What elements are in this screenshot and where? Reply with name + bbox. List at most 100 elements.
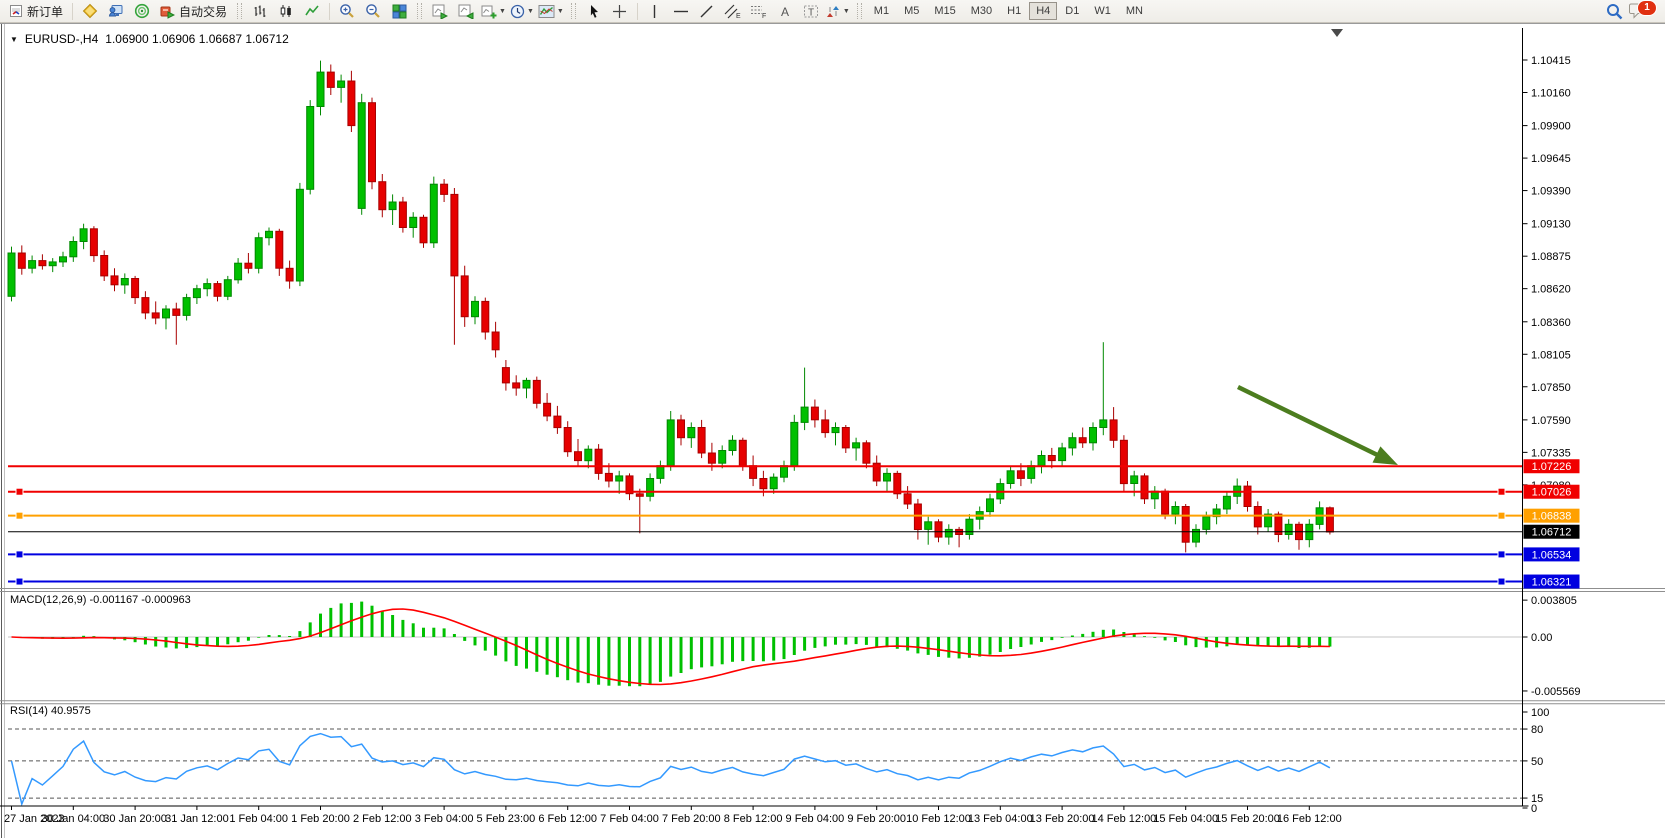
periods-button[interactable]: ▼ bbox=[508, 1, 536, 21]
signals-button[interactable] bbox=[129, 1, 155, 21]
price-axis-label: 1.10160 bbox=[1531, 87, 1571, 99]
notification-badge: 1 bbox=[1637, 0, 1657, 16]
metaeditor-icon bbox=[82, 3, 98, 19]
equidistant-channel-tool[interactable]: E bbox=[720, 1, 746, 21]
strategy-tester-icon bbox=[108, 3, 124, 19]
signals-icon bbox=[134, 3, 150, 19]
timeframe-M1[interactable]: M1 bbox=[867, 2, 896, 20]
zoom-out-button[interactable] bbox=[360, 1, 386, 21]
line-handle[interactable] bbox=[1498, 512, 1505, 519]
cursor-button[interactable] bbox=[581, 1, 607, 21]
crosshair-button[interactable] bbox=[607, 1, 633, 21]
time-axis-label: 9 Feb 20:00 bbox=[847, 813, 906, 825]
new-order-label: 新订单 bbox=[27, 3, 63, 20]
candlestick-chart-button[interactable] bbox=[273, 1, 299, 21]
auto-scroll-icon bbox=[458, 4, 474, 19]
timeframe-H1[interactable]: H1 bbox=[1000, 2, 1028, 20]
rsi-scale-label: 80 bbox=[1531, 724, 1543, 736]
arrows-tool[interactable]: ▼ bbox=[824, 1, 852, 21]
new-order-button[interactable]: 新订单 bbox=[4, 1, 68, 21]
tile-windows-button[interactable] bbox=[386, 1, 412, 21]
new-chart-icon bbox=[481, 4, 497, 19]
time-axis-label: 15 Feb 20:00 bbox=[1215, 813, 1280, 825]
chart-shift-button[interactable] bbox=[427, 1, 453, 21]
zoom-out-icon bbox=[365, 3, 381, 19]
trend-arrow-line[interactable] bbox=[1238, 387, 1380, 456]
timeframe-W1[interactable]: W1 bbox=[1087, 2, 1118, 20]
tile-windows-icon bbox=[392, 4, 407, 19]
bar-chart-button[interactable] bbox=[247, 1, 273, 21]
text-label-icon: T bbox=[803, 4, 819, 19]
line-chart-button[interactable] bbox=[299, 1, 325, 21]
search-icon[interactable] bbox=[1606, 3, 1623, 20]
metaeditor-button[interactable] bbox=[77, 1, 103, 21]
svg-text:F: F bbox=[762, 13, 766, 19]
timeframe-MN[interactable]: MN bbox=[1119, 2, 1150, 20]
timeframe-group: M1M5M15M30H1H4D1W1MN bbox=[867, 2, 1150, 20]
text-label-tool[interactable]: T bbox=[798, 1, 824, 21]
main-toolbar: 新订单 自动交易 bbox=[0, 0, 1665, 23]
time-axis-label: 13 Feb 04:00 bbox=[968, 813, 1033, 825]
time-axis-label: 7 Feb 04:00 bbox=[600, 813, 659, 825]
toolbar-grip bbox=[237, 3, 242, 19]
line-handle[interactable] bbox=[16, 551, 23, 558]
zoom-in-button[interactable] bbox=[334, 1, 360, 21]
price-axis-label: 1.08105 bbox=[1531, 349, 1571, 361]
candlestick-chart-icon bbox=[279, 4, 294, 19]
templates-button[interactable]: ▼ bbox=[536, 1, 566, 21]
new-chart-button[interactable]: ▼ bbox=[479, 1, 508, 21]
line-handle[interactable] bbox=[1498, 578, 1505, 585]
dropdown-arrow-icon: ▼ bbox=[843, 8, 850, 15]
fibonacci-tool[interactable]: F bbox=[746, 1, 772, 21]
price-axis-label: 1.07850 bbox=[1531, 382, 1571, 394]
zoom-in-icon bbox=[339, 3, 355, 19]
line-handle[interactable] bbox=[16, 488, 23, 495]
vertical-line-icon bbox=[648, 4, 661, 19]
svg-text:T: T bbox=[808, 7, 814, 18]
toolbar-separator bbox=[72, 3, 73, 20]
time-axis-label: 8 Feb 12:00 bbox=[724, 813, 783, 825]
line-chart-icon bbox=[305, 4, 320, 19]
line-handle[interactable] bbox=[1498, 488, 1505, 495]
text-icon: A bbox=[778, 4, 792, 19]
line-handle[interactable] bbox=[16, 578, 23, 585]
toolbar-separator bbox=[637, 3, 638, 20]
time-axis-label: 14 Feb 12:00 bbox=[1091, 813, 1156, 825]
price-line-badge-label: 1.06712 bbox=[1532, 527, 1572, 539]
timeframe-H4[interactable]: H4 bbox=[1029, 2, 1057, 20]
line-handle[interactable] bbox=[16, 512, 23, 519]
price-axis-label: 1.09645 bbox=[1531, 153, 1571, 165]
line-handle[interactable] bbox=[1498, 551, 1505, 558]
horizontal-line-tool[interactable] bbox=[668, 1, 694, 21]
trendline-icon bbox=[699, 4, 714, 19]
macd-scale-label: -0.005569 bbox=[1531, 686, 1581, 698]
price-axis-label: 1.07335 bbox=[1531, 447, 1571, 459]
timeframe-M30[interactable]: M30 bbox=[964, 2, 999, 20]
price-line-badge-label: 1.06838 bbox=[1532, 511, 1572, 523]
chart-menu-arrow-icon[interactable]: ▼ bbox=[10, 35, 18, 44]
time-axis-label: 30 Jan 04:00 bbox=[41, 813, 105, 825]
notifications-button[interactable]: 1 bbox=[1629, 1, 1653, 21]
crosshair-icon bbox=[612, 4, 627, 19]
toolbar-grip bbox=[857, 3, 862, 19]
strategy-tester-button[interactable] bbox=[103, 1, 129, 21]
vertical-line-tool[interactable] bbox=[642, 1, 668, 21]
price-axis-label: 1.09130 bbox=[1531, 219, 1571, 231]
trendline-tool[interactable] bbox=[694, 1, 720, 21]
time-axis-label: 30 Jan 20:00 bbox=[103, 813, 167, 825]
svg-text:E: E bbox=[736, 13, 741, 19]
rsi-scale-label: 0 bbox=[1531, 803, 1537, 815]
timeframe-M15[interactable]: M15 bbox=[927, 2, 962, 20]
timeframe-M5[interactable]: M5 bbox=[897, 2, 926, 20]
auto-scroll-button[interactable] bbox=[453, 1, 479, 21]
chart-shift-marker[interactable] bbox=[1331, 29, 1343, 37]
horizontal-line-icon bbox=[673, 4, 689, 19]
autotrading-button[interactable]: 自动交易 bbox=[155, 1, 232, 21]
text-tool[interactable]: A bbox=[772, 1, 798, 21]
fibonacci-icon: F bbox=[750, 4, 767, 19]
candles bbox=[8, 61, 1333, 553]
macd-histogram bbox=[12, 602, 1330, 687]
trend-arrow-head[interactable] bbox=[1373, 446, 1399, 465]
timeframe-D1[interactable]: D1 bbox=[1058, 2, 1086, 20]
toolbar-grip bbox=[571, 3, 576, 19]
